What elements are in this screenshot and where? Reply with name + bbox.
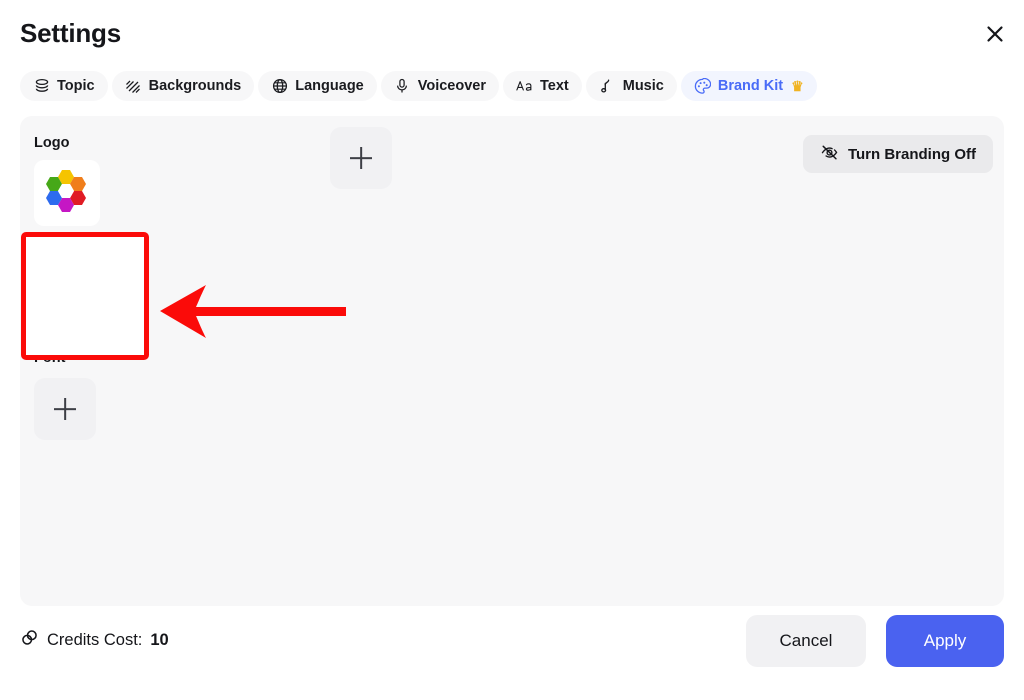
turn-branding-off-button[interactable]: Turn Branding Off (802, 135, 993, 173)
credits-coins-icon (20, 628, 39, 652)
logo-thumbnail[interactable] (34, 160, 100, 226)
tab-label: Brand Kit (717, 78, 784, 94)
add-font-button[interactable] (34, 378, 96, 440)
credits-cost: Credits Cost: 10 (20, 628, 169, 652)
color-palette-section: Color Palette (34, 235, 123, 325)
tab-label: Text (540, 78, 569, 94)
cancel-button[interactable]: Cancel (746, 615, 866, 667)
credits-cost-label: Credits Cost: (47, 630, 143, 649)
brand-kit-panel: Logo Turn Branding Off Color Palette Fon… (20, 116, 1004, 606)
tab-label: Language (295, 78, 364, 94)
eye-off-icon (820, 143, 839, 166)
tab-label: Backgrounds (148, 78, 242, 94)
tab-label: Voiceover (417, 78, 486, 94)
tab-topic[interactable]: Topic (20, 71, 108, 101)
color-palette-label: Color Palette (34, 235, 124, 251)
logo-section: Logo (34, 135, 100, 226)
close-button[interactable] (978, 18, 1012, 52)
add-logo-button[interactable] (330, 127, 392, 189)
plus-icon (54, 283, 76, 305)
palette-icon (694, 77, 711, 95)
plus-icon (54, 398, 76, 420)
tab-text[interactable]: Text (503, 71, 582, 101)
crown-icon: ♛ (791, 78, 804, 94)
tab-brand-kit[interactable]: Brand Kit ♛ (680, 71, 817, 101)
tab-language[interactable]: Language (258, 71, 377, 101)
credits-cost-value: 10 (150, 630, 169, 649)
dialog-header: Settings (0, 0, 1024, 62)
layers-icon (33, 78, 50, 95)
hexagon-flower-logo (41, 165, 93, 222)
tab-label: Topic (57, 78, 95, 94)
turn-branding-off-label: Turn Branding Off (847, 145, 976, 163)
add-logo-area (330, 127, 392, 189)
tab-backgrounds[interactable]: Backgrounds (111, 71, 255, 101)
tab-voiceover[interactable]: Voiceover (380, 71, 499, 101)
globe-icon (271, 78, 288, 95)
plus-icon (350, 147, 372, 169)
tab-label: Music (622, 78, 664, 94)
hatch-icon (125, 78, 142, 95)
font-section: Font (34, 350, 96, 440)
settings-tab-bar: Topic Backgrounds Language Voiceover Tex… (20, 71, 817, 101)
page-title: Settings (20, 18, 121, 48)
dialog-footer: Credits Cost: 10 Cancel Apply (0, 606, 1024, 700)
microphone-icon (394, 78, 411, 95)
apply-button[interactable]: Apply (886, 615, 1004, 667)
add-color-palette-button[interactable] (34, 263, 96, 325)
text-aa-icon (516, 78, 533, 95)
music-note-icon (599, 78, 616, 95)
logo-label: Logo (34, 135, 70, 151)
footer-actions: Cancel Apply (746, 615, 1004, 667)
close-icon (985, 24, 1005, 47)
tab-music[interactable]: Music (585, 71, 677, 101)
font-label: Font (34, 350, 66, 366)
